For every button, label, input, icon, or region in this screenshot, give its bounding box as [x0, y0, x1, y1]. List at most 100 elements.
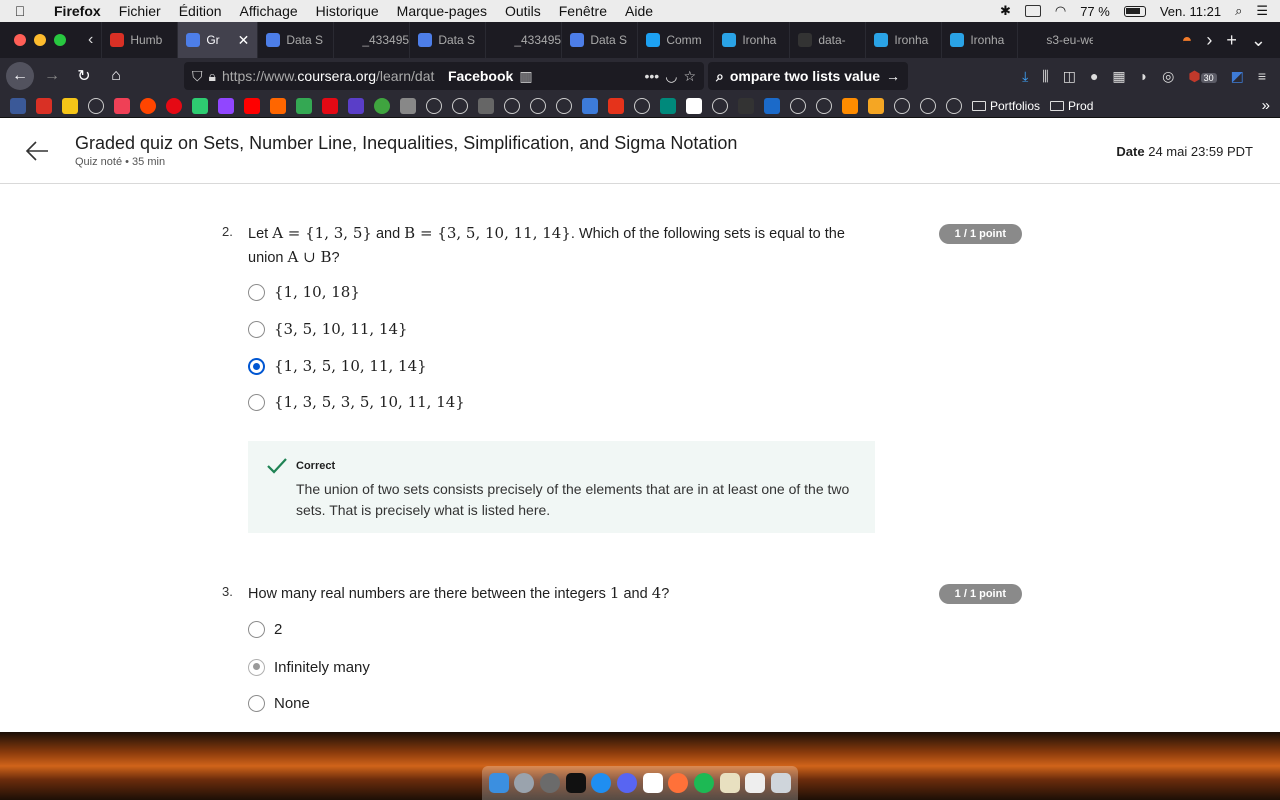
radio-button[interactable] [248, 694, 265, 712]
bookmark-folder-prod[interactable]: Prod [1050, 99, 1093, 113]
globe-icon[interactable] [426, 97, 442, 114]
terminal-icon[interactable] [565, 773, 586, 793]
ycombinator-bookmark-icon[interactable] [270, 97, 286, 114]
battery-icon[interactable] [1123, 5, 1146, 17]
app-store-icon[interactable] [591, 773, 612, 793]
bookmark-star-icon[interactable]: ☆ [683, 68, 696, 85]
pocket-bookmark-icon[interactable] [114, 97, 130, 114]
tab[interactable]: Data S [561, 22, 637, 58]
globe-icon[interactable] [88, 97, 104, 114]
account-icon[interactable]: ● [1090, 68, 1098, 84]
zoom-window-button[interactable] [54, 34, 66, 46]
radio-button[interactable] [248, 393, 265, 411]
radio-button-checked[interactable] [248, 658, 265, 676]
tab[interactable]: _4334954 [333, 22, 409, 58]
menu-historique[interactable]: Historique [316, 3, 379, 19]
display-icon[interactable] [1024, 5, 1041, 17]
bookmark-blue-icon[interactable] [582, 97, 598, 114]
answer-option[interactable]: 2 [248, 618, 282, 640]
bookmark-dark-icon[interactable] [738, 97, 754, 114]
google-drive-bookmark-icon[interactable] [296, 97, 312, 114]
documents-stack-icon[interactable] [745, 773, 766, 793]
extension-owl-icon[interactable]: ◎ [1162, 68, 1174, 85]
search-bar[interactable]: ⌕ ompare two lists value → [708, 62, 908, 90]
clock[interactable]: Ven. 11:21 [1160, 4, 1221, 19]
finder-icon[interactable] [488, 773, 509, 793]
menu-aide[interactable]: Aide [625, 3, 653, 19]
gmail-bookmark-icon[interactable] [36, 97, 52, 114]
globe-icon[interactable] [530, 97, 546, 114]
globe-icon[interactable] [556, 97, 572, 114]
menu-fenetre[interactable]: Fenêtre [559, 3, 607, 19]
home-button[interactable]: ⌂ [102, 62, 130, 90]
tracking-shield-icon[interactable]: ⛉ [192, 68, 203, 85]
firefox-icon[interactable] [668, 773, 689, 793]
star-bookmark-icon[interactable] [192, 97, 208, 114]
globe-icon[interactable] [946, 97, 962, 114]
radio-button[interactable] [248, 620, 265, 638]
extension-grid-icon[interactable]: ▦ [1112, 68, 1125, 85]
system-preferences-icon[interactable] [540, 773, 561, 793]
wifi-icon[interactable]: ◠ [1055, 3, 1066, 19]
globe-icon[interactable] [790, 97, 806, 114]
bookmark-teal-icon[interactable] [660, 97, 676, 114]
new-tab-button[interactable]: + [1226, 30, 1237, 51]
tab[interactable]: s3-eu-wes [1017, 22, 1093, 58]
radio-button-checked[interactable] [248, 357, 265, 375]
url-text[interactable]: https://www.coursera.org/learn/dat [222, 68, 442, 84]
back-button[interactable]: ← [6, 62, 34, 90]
bookmark-gray-icon[interactable] [400, 97, 416, 114]
search-go-icon[interactable]: → [886, 68, 900, 84]
tab[interactable]: Ironha [713, 22, 789, 58]
answer-option-selected[interactable]: Infinitely many [248, 656, 370, 678]
steam-bookmark-icon[interactable] [764, 97, 780, 114]
tab[interactable]: _4334954 [485, 22, 561, 58]
sidebar-icon[interactable]: ◫ [1063, 68, 1076, 85]
reddit-bookmark-icon[interactable] [140, 97, 156, 114]
globe-icon[interactable] [816, 97, 832, 114]
tab[interactable]: Comm [637, 22, 713, 58]
tab-scroll-right-icon[interactable]: › [1206, 30, 1212, 51]
bookmark-r-icon[interactable] [842, 97, 858, 114]
globe-icon[interactable] [894, 97, 910, 114]
answer-option[interactable]: {1, 3, 5, 3, 5, 10, 11, 14} [248, 391, 465, 413]
bookmark-d-icon[interactable] [608, 97, 624, 114]
bookmark-purple-icon[interactable] [348, 97, 364, 114]
discord-icon[interactable] [617, 773, 638, 793]
menu-outils[interactable]: Outils [505, 3, 541, 19]
tab[interactable]: data- [789, 22, 865, 58]
firefox-account-icon[interactable]: ◓ [1182, 30, 1193, 51]
answer-option[interactable]: {1, 10, 18} [248, 281, 360, 303]
facebook-bookmark-icon[interactable] [10, 97, 26, 114]
extension-square-icon[interactable]: ◩ [1231, 68, 1244, 85]
tab-active[interactable]: Gr ✕ [177, 22, 258, 58]
trash-icon[interactable] [771, 773, 792, 793]
close-window-button[interactable] [14, 34, 26, 46]
tab[interactable]: Humb [101, 22, 177, 58]
more-bookmarks-icon[interactable]: » [1262, 97, 1270, 114]
radio-button[interactable] [248, 283, 265, 301]
close-tab-icon[interactable]: ✕ [238, 32, 250, 49]
ublock-icon[interactable]: ⬢ 30 [1188, 68, 1217, 85]
tab[interactable]: Ironha [865, 22, 941, 58]
menu-edition[interactable]: Édition [179, 3, 222, 19]
bookmark-yellow-icon[interactable] [62, 97, 78, 114]
answer-option[interactable]: {3, 5, 10, 11, 14} [248, 318, 408, 340]
back-arrow-icon[interactable] [24, 138, 50, 164]
menu-affichage[interactable]: Affichage [240, 3, 298, 19]
play-bookmark-icon[interactable] [374, 97, 390, 114]
launchpad-icon[interactable] [514, 773, 535, 793]
tab[interactable]: Data S [257, 22, 333, 58]
menu-marque-pages[interactable]: Marque-pages [397, 3, 487, 19]
forward-button[interactable]: → [38, 62, 66, 90]
globe-icon[interactable] [634, 97, 650, 114]
bookmark-orange-icon[interactable] [868, 97, 884, 114]
list-all-tabs-icon[interactable]: ⌄ [1251, 30, 1266, 51]
preview-icon[interactable] [719, 773, 740, 793]
reload-button[interactable]: ↻ [70, 62, 98, 90]
extension-icon[interactable]: ◗ [1140, 68, 1148, 84]
control-center-icon[interactable]: ☰ [1256, 3, 1268, 19]
bookmark-folder-portfolios[interactable]: Portfolios [972, 99, 1040, 113]
youtube-bookmark-icon[interactable] [244, 97, 260, 114]
slack-icon[interactable] [642, 773, 663, 793]
